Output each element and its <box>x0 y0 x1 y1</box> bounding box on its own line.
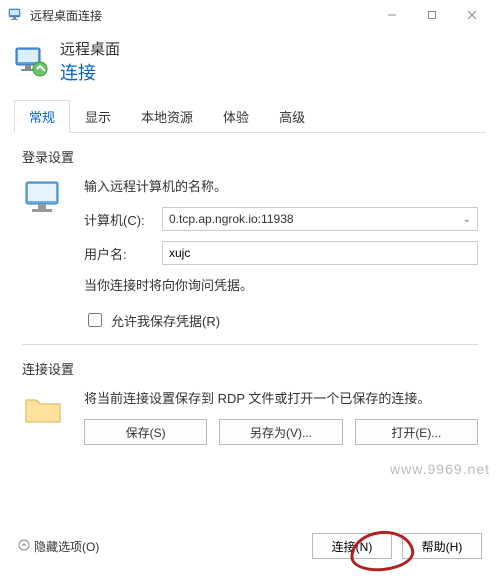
rdp-titlebar-icon <box>8 7 24 23</box>
login-section-title: 登录设置 <box>22 147 478 166</box>
watermark-text: www.9969.net <box>390 461 490 477</box>
monitor-icon <box>22 176 72 330</box>
tab-experience[interactable]: 体验 <box>208 100 264 133</box>
minimize-button[interactable] <box>372 1 412 29</box>
rdp-icon <box>14 44 50 80</box>
tab-general[interactable]: 常规 <box>14 100 70 133</box>
save-as-button[interactable]: 另存为(V)... <box>219 419 342 445</box>
credential-note: 当你连接时将向你询问凭据。 <box>84 275 478 294</box>
window-title: 远程桌面连接 <box>30 7 372 24</box>
chevron-down-icon: ⌄ <box>463 214 471 225</box>
close-button[interactable] <box>452 1 492 29</box>
folder-icon <box>22 388 72 445</box>
header-title: 远程桌面 <box>60 38 120 59</box>
computer-combobox[interactable]: 0.tcp.ap.ngrok.io:11938 ⌄ <box>162 207 478 231</box>
username-input[interactable] <box>162 241 478 265</box>
connection-section: 将当前连接设置保存到 RDP 文件或打开一个已保存的连接。 保存(S) 另存为(… <box>22 388 478 445</box>
connection-section-title: 连接设置 <box>22 359 478 378</box>
header-subtitle: 连接 <box>60 59 120 85</box>
tab-local-resources[interactable]: 本地资源 <box>126 100 208 133</box>
window-controls <box>372 1 492 29</box>
tab-strip: 常规 显示 本地资源 体验 高级 <box>14 99 486 133</box>
collapse-arrow-icon <box>18 539 30 554</box>
save-button[interactable]: 保存(S) <box>84 419 207 445</box>
dialog-footer: 隐藏选项(O) 连接(N) 帮助(H) <box>18 533 482 559</box>
save-credentials-label: 允许我保存凭据(R) <box>111 311 220 330</box>
connect-button[interactable]: 连接(N) <box>312 533 392 559</box>
tab-advanced[interactable]: 高级 <box>264 100 320 133</box>
divider <box>22 344 478 345</box>
save-credentials-box[interactable] <box>88 313 102 327</box>
titlebar: 远程桌面连接 <box>0 0 500 30</box>
save-credentials-checkbox[interactable]: 允许我保存凭据(R) <box>84 310 478 330</box>
hide-options-label: 隐藏选项(O) <box>34 538 99 555</box>
computer-value: 0.tcp.ap.ngrok.io:11938 <box>169 212 294 226</box>
computer-label: 计算机(C): <box>84 210 162 229</box>
help-button[interactable]: 帮助(H) <box>402 533 482 559</box>
dialog-header: 远程桌面 连接 <box>0 30 500 99</box>
login-section: 输入远程计算机的名称。 计算机(C): 0.tcp.ap.ngrok.io:11… <box>22 176 478 330</box>
connection-desc: 将当前连接设置保存到 RDP 文件或打开一个已保存的连接。 <box>84 388 478 407</box>
open-button[interactable]: 打开(E)... <box>355 419 478 445</box>
login-instruction: 输入远程计算机的名称。 <box>84 176 478 195</box>
tab-body: 登录设置 输入远程计算机的名称。 计算机(C): 0.tcp.ap.ngrok.… <box>0 133 500 455</box>
maximize-button[interactable] <box>412 1 452 29</box>
tab-display[interactable]: 显示 <box>70 100 126 133</box>
hide-options-toggle[interactable]: 隐藏选项(O) <box>18 538 99 555</box>
username-label: 用户名: <box>84 244 162 263</box>
